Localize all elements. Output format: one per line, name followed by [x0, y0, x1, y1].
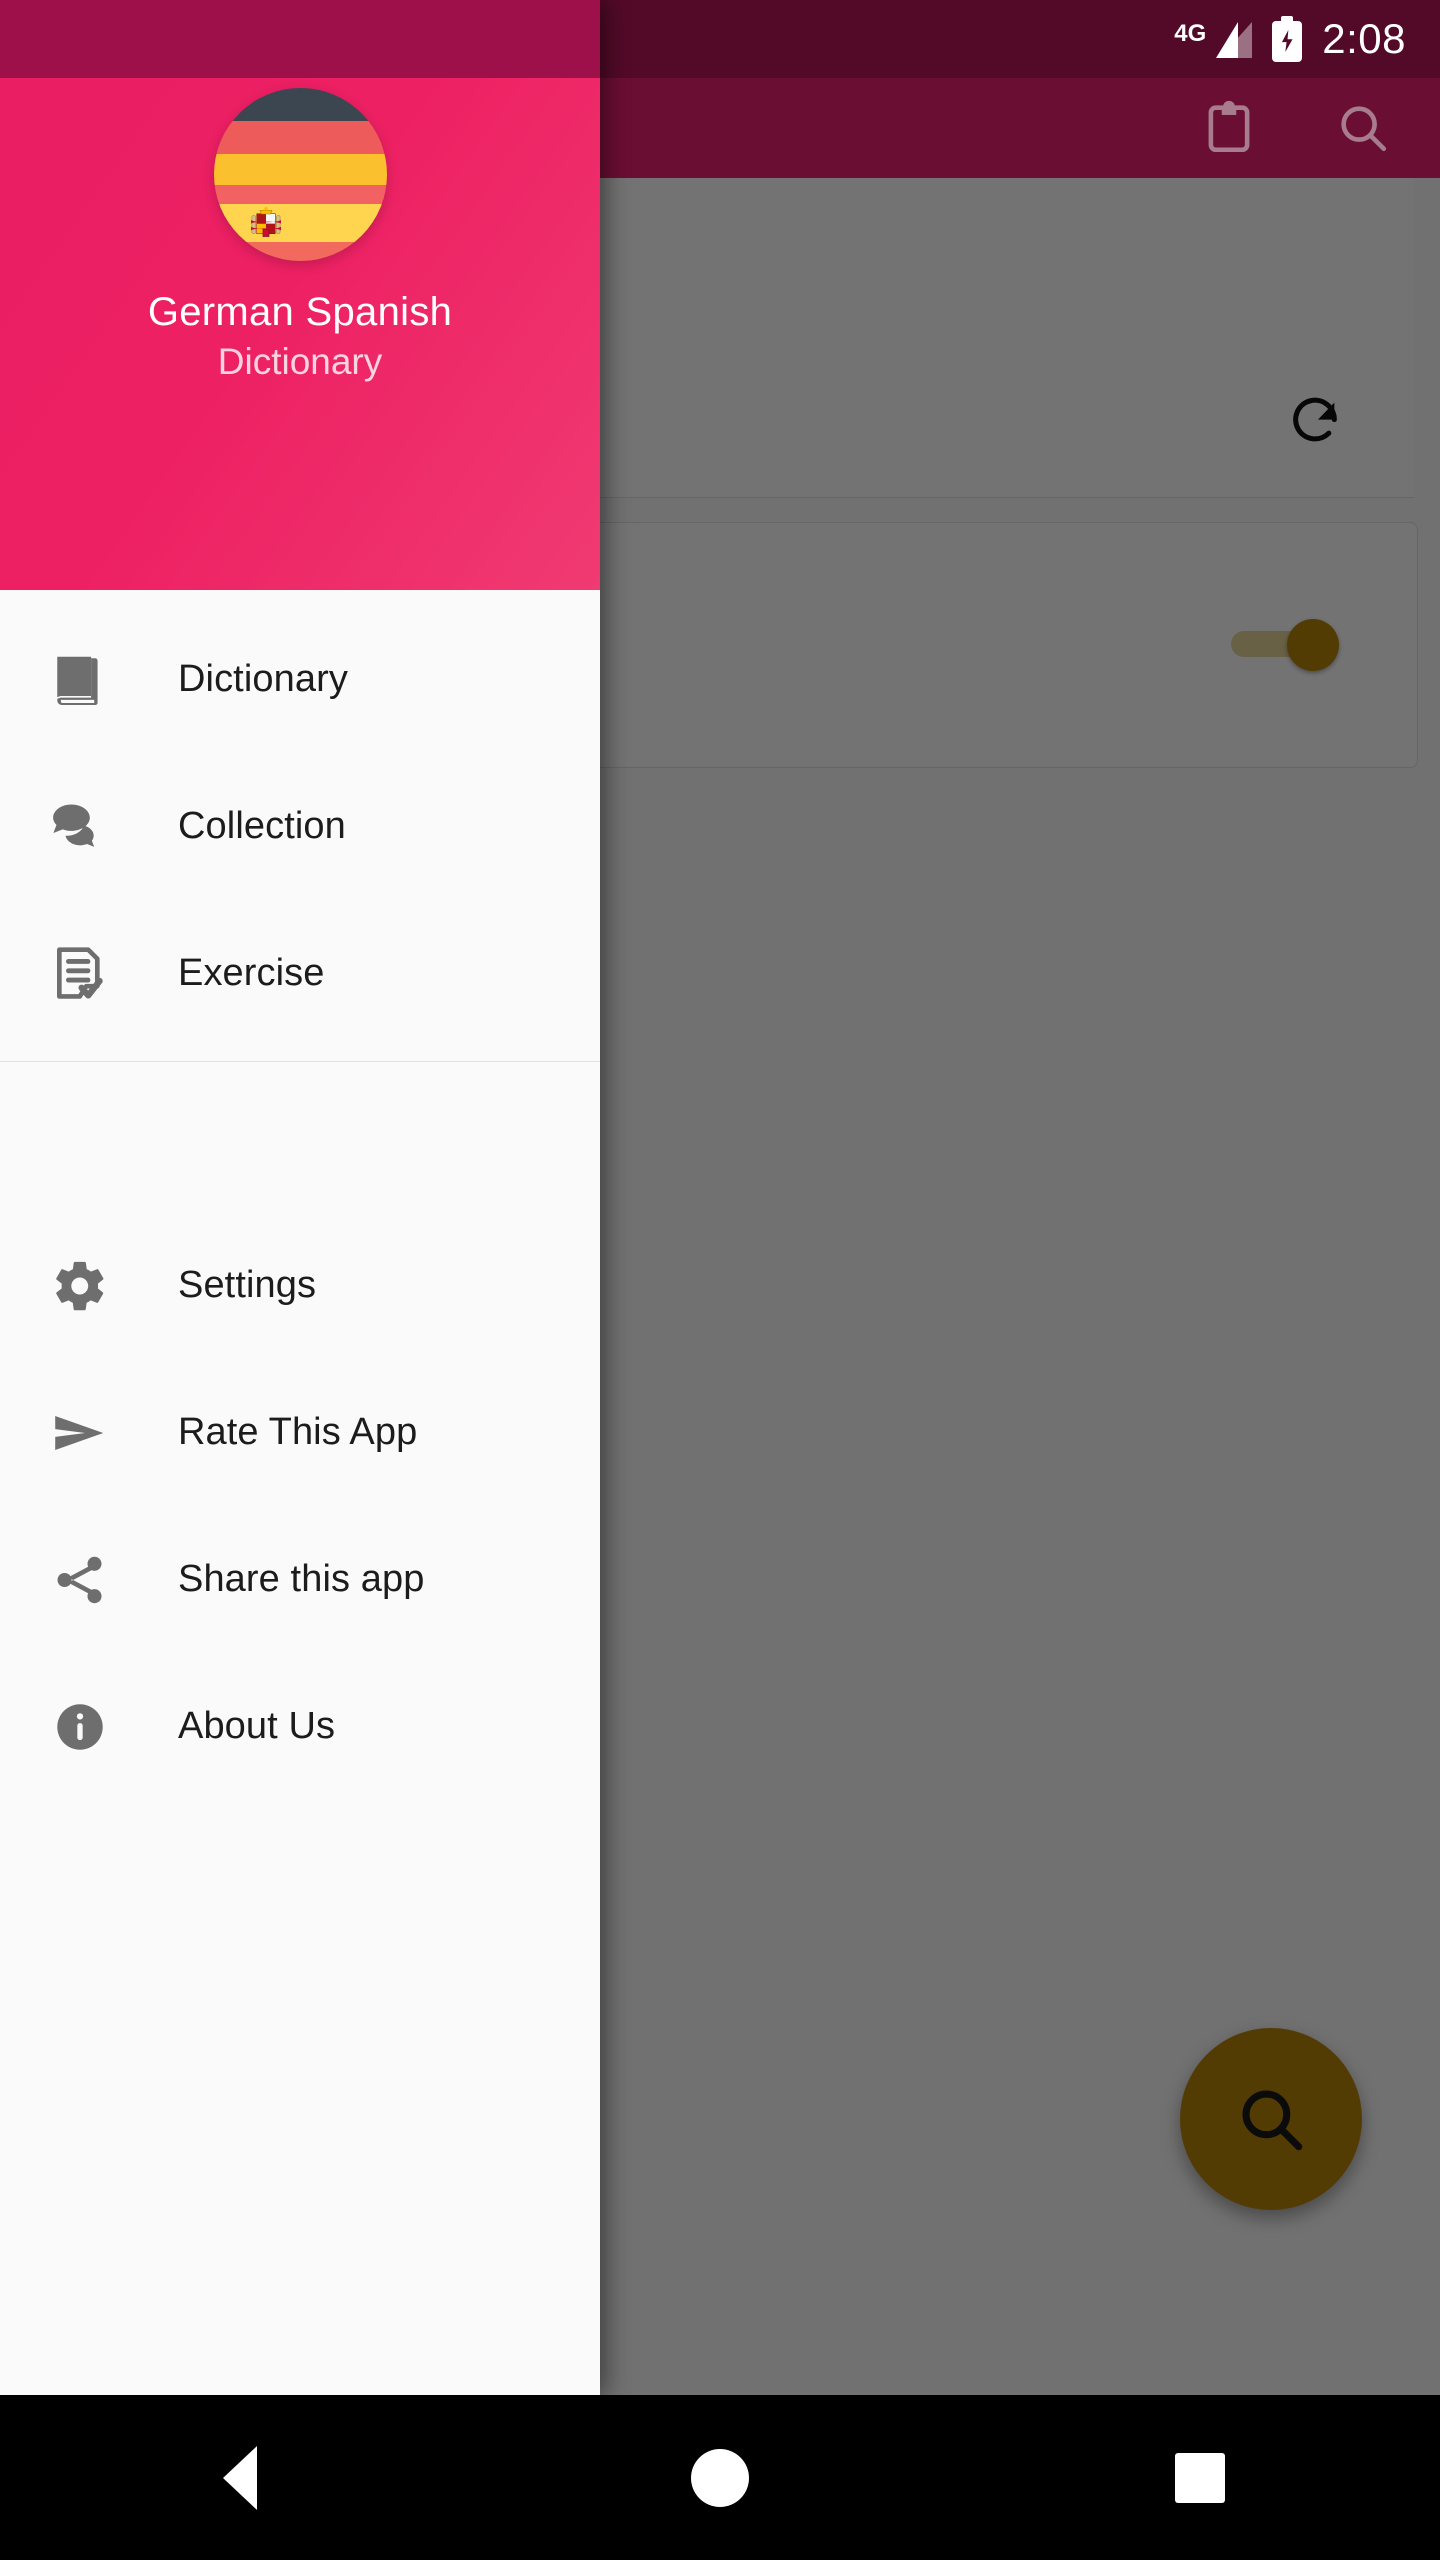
nav-back-slot	[140, 2445, 340, 2510]
spanish-coat-of-arms-icon	[248, 206, 284, 241]
toggle-switch[interactable]	[1231, 619, 1339, 671]
sidebar-item-collection[interactable]: Collection	[0, 753, 600, 900]
home-circle-icon[interactable]	[691, 2448, 749, 2507]
search-icon	[1242, 2090, 1303, 2151]
refresh-icon[interactable]	[1286, 393, 1344, 451]
drawer-primary-menu: Dictionary Collection Exercise	[0, 590, 600, 1062]
send-arrow-icon	[48, 1401, 112, 1465]
clipboard-icon[interactable]	[1200, 99, 1258, 157]
clock-time: 2:08	[1322, 15, 1406, 62]
recents-square-icon[interactable]	[1175, 2452, 1225, 2503]
network-type-label: 4G	[1174, 20, 1207, 47]
drawer-header: German Spanish Dictionary	[0, 78, 600, 590]
gear-icon	[48, 1254, 112, 1318]
signal-bars-icon: 4G	[1174, 16, 1253, 62]
german-spanish-flag-avatar	[213, 88, 387, 261]
sidebar-item-label: Settings	[178, 1264, 317, 1306]
sidebar-item-rate-this-app[interactable]: Rate This App	[0, 1359, 600, 1506]
sidebar-item-settings[interactable]: Settings	[0, 1212, 600, 1359]
battery-charging-icon	[1272, 16, 1303, 62]
sidebar-item-label: Collection	[178, 805, 346, 847]
document-check-icon	[48, 942, 112, 1006]
drawer-secondary-menu: Settings Rate This App Share this app Ab…	[0, 1062, 600, 1800]
info-circle-icon	[48, 1695, 112, 1759]
nav-home-slot	[620, 2448, 820, 2507]
drawer-status-bar-overlay	[0, 0, 600, 78]
sidebar-item-about-us[interactable]: About Us	[0, 1653, 600, 1800]
sidebar-item-label: About Us	[178, 1705, 336, 1747]
sidebar-item-label: Exercise	[178, 952, 325, 994]
back-triangle-icon[interactable]	[223, 2445, 257, 2510]
sidebar-item-label: Dictionary	[178, 658, 348, 700]
android-navigation-bar	[0, 2395, 1440, 2560]
screen: 4G 2:08 German Spanish Dictionary Dictio…	[0, 0, 1440, 2560]
toggle-thumb	[1287, 619, 1339, 671]
share-nodes-icon	[48, 1548, 112, 1612]
book-icon	[48, 648, 112, 712]
sidebar-item-label: Share this app	[178, 1558, 425, 1600]
chat-bubbles-icon	[48, 795, 112, 859]
navigation-drawer: German Spanish Dictionary Dictionary Col…	[0, 0, 600, 2395]
sidebar-item-exercise[interactable]: Exercise	[0, 900, 600, 1047]
sidebar-item-dictionary[interactable]: Dictionary	[0, 606, 600, 753]
signal-bars-glyph	[1208, 16, 1253, 60]
drawer-subtitle: Dictionary	[217, 341, 383, 382]
drawer-title: German Spanish	[147, 290, 453, 334]
nav-recents-slot	[1100, 2452, 1300, 2503]
search-icon[interactable]	[1334, 99, 1392, 157]
sidebar-item-share-this-app[interactable]: Share this app	[0, 1506, 600, 1653]
sidebar-item-label: Rate This App	[178, 1411, 418, 1453]
search-fab-button[interactable]	[1180, 2028, 1362, 2210]
